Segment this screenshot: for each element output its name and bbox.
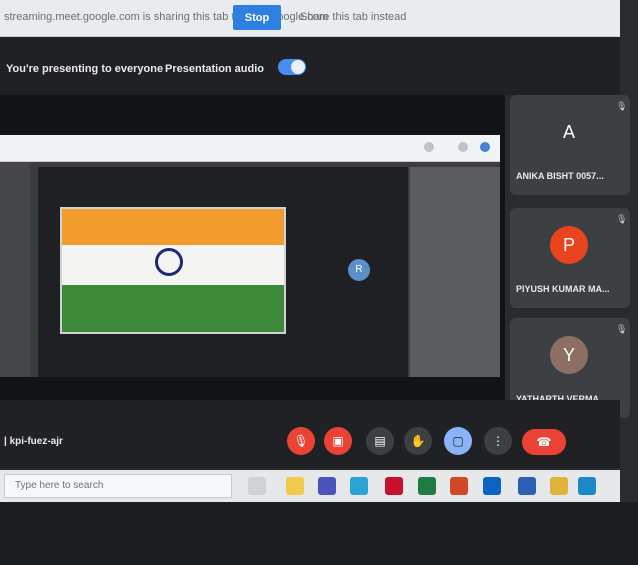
participant-name: ANIKA BISHT 0057... [516,171,604,181]
hand-icon: ✋ [410,434,426,448]
windows-taskbar: Type here to search [0,470,620,502]
toggle-knob [291,60,305,74]
tab-sharing-bar: streaming.meet.google.com is sharing thi… [0,0,620,37]
meet-video-view: R [38,167,408,377]
word-icon[interactable] [518,477,536,495]
flag-green-band [62,285,284,332]
presenting-status: You're presenting to everyone [6,63,164,75]
present-icon: ▢ [452,434,464,448]
side-panel [410,167,500,377]
task-view-icon[interactable] [248,477,266,495]
participant-tile[interactable]: A ANIKA BISHT 0057... 🎙 [510,95,630,195]
chrome-icon[interactable] [550,477,568,495]
raise-hand-button[interactable]: ✋ [404,427,432,455]
hang-up-button[interactable]: ☎ [522,429,566,455]
participant-avatar: P [550,226,588,264]
shared-screen: R [0,95,505,400]
shared-browser-bar [0,135,500,162]
taskbar-search[interactable]: Type here to search [4,474,232,498]
screen-photo: streaming.meet.google.com is sharing thi… [0,0,638,565]
search-placeholder: Type here to search [15,480,104,491]
ashoka-chakra-icon [155,248,183,276]
mcafee-icon[interactable] [385,477,403,495]
participant-name: PIYUSH KUMAR MA... [516,284,610,294]
participant-avatar: Y [550,336,588,374]
indian-flag-image [60,207,286,334]
mic-icon: 🎙 [616,101,628,111]
captions-button[interactable]: ▤ [366,427,394,455]
participant-avatar: A [550,113,588,151]
stop-sharing-button[interactable]: Stop [233,5,281,30]
presentation-audio-label: Presentation audio [165,63,265,75]
flag-white-band [62,245,284,285]
meeting-code: | kpi-fuez-ajr [4,436,63,447]
meet-presentation-header: You're presenting to everyone Presentati… [0,37,620,95]
excel-icon[interactable] [418,477,436,495]
mic-off-button[interactable]: 🎙 [287,427,315,455]
share-this-tab-link[interactable]: Share this tab instead [300,11,406,23]
captions-icon: ▤ [374,434,386,448]
edge-icon[interactable] [578,477,596,495]
remote-avatar: R [348,259,370,281]
left-strip [0,162,30,377]
participant-tile[interactable]: P PIYUSH KUMAR MA... 🎙 [510,208,630,308]
hang-up-icon: ☎ [536,435,552,449]
profile-icon [480,142,490,152]
extensions-icon [458,142,468,152]
more-vert-icon: ⋮ [492,434,504,448]
meet-control-bar: | kpi-fuez-ajr 🎙 ▣ ▤ ✋ ▢ ⋮ ☎ [0,400,620,468]
mic-off-icon: 🎙 [293,434,309,448]
bookmark-icon [424,142,434,152]
presentation-audio-toggle[interactable] [278,59,306,75]
camera-off-button[interactable]: ▣ [324,427,352,455]
mic-icon: 🎙 [616,214,628,224]
powerpoint-icon[interactable] [450,477,468,495]
present-button[interactable]: ▢ [444,427,472,455]
flag-saffron-band [62,209,284,245]
shared-content-area: R [0,162,500,377]
outlook-icon[interactable] [483,477,501,495]
file-explorer-icon[interactable] [286,477,304,495]
camera-off-icon: ▣ [332,434,344,448]
mic-icon: 🎙 [616,324,628,334]
app-l-icon[interactable] [350,477,368,495]
more-options-button[interactable]: ⋮ [484,427,512,455]
monitor-bezel [0,502,638,565]
teams-icon[interactable] [318,477,336,495]
